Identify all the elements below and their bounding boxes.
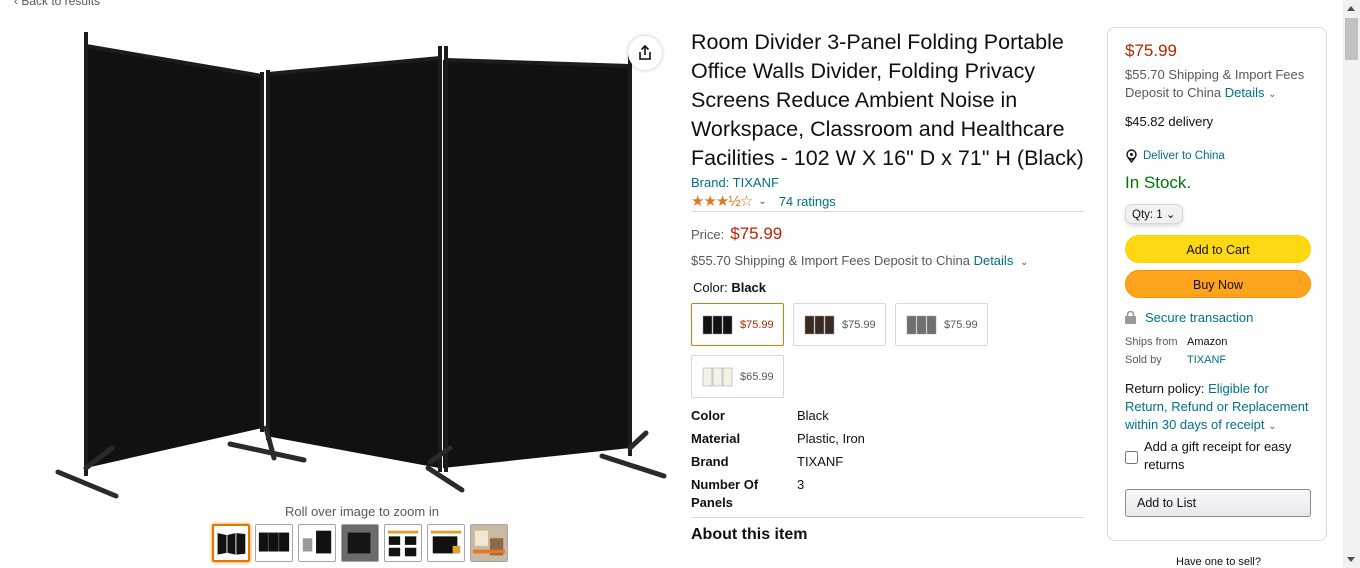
- color-swatch[interactable]: $75.99: [793, 303, 886, 346]
- ratings-link[interactable]: 74 ratings: [779, 194, 836, 209]
- spec-row: Material Plastic, Iron: [691, 430, 1084, 448]
- spec-key: Material: [691, 431, 741, 446]
- buy-box: $75.99 $55.70 Shipping & Import Fees Dep…: [1107, 27, 1327, 541]
- delivery-cost: $45.82 delivery: [1125, 114, 1214, 129]
- shipping-info: $55.70 Shipping & Import Fees Deposit to…: [691, 253, 1084, 268]
- deliver-to-link[interactable]: Deliver to China: [1143, 150, 1225, 162]
- buybox-shipping: $55.70 Shipping & Import Fees Deposit to…: [1125, 66, 1309, 104]
- product-info: Room Divider 3-Panel Folding Portable Of…: [691, 28, 1084, 544]
- product-title: Room Divider 3-Panel Folding Portable Of…: [691, 30, 1084, 170]
- thumbnail-strip: [212, 524, 508, 562]
- thumbnail[interactable]: [298, 524, 336, 562]
- sold-by-label: Sold by: [1125, 354, 1162, 366]
- quantity-value: Qty: 1: [1132, 209, 1163, 221]
- spec-value: Black: [797, 408, 829, 423]
- ships-from-value: Amazon: [1187, 336, 1228, 348]
- buybox-price: $75.99: [1125, 41, 1177, 60]
- sold-by-link[interactable]: TIXANF: [1187, 351, 1226, 369]
- spec-key: Brand: [691, 454, 729, 469]
- brand-link[interactable]: Brand: TIXANF: [691, 175, 779, 190]
- ships-from-label: Ships from: [1125, 336, 1178, 348]
- product-main-image[interactable]: [54, 28, 668, 502]
- thumbnail[interactable]: [384, 524, 422, 562]
- shipping-text: $55.70 Shipping & Import Fees Deposit to…: [691, 253, 970, 268]
- share-icon: [639, 44, 651, 60]
- quantity-select[interactable]: Qty: 1 ⌄: [1125, 204, 1183, 224]
- color-swatch[interactable]: $75.99: [691, 303, 784, 346]
- rating-row: ★★★½☆ ⌄ 74 ratings: [691, 192, 1084, 210]
- buy-now-button[interactable]: Buy Now: [1125, 270, 1311, 298]
- gift-receipt: Add a gift receipt for easy returns: [1125, 438, 1309, 474]
- spec-row: Color Black: [691, 407, 1084, 425]
- have-one-to-sell: Have one to sell?: [1176, 556, 1261, 568]
- add-to-cart-button[interactable]: Add to Cart: [1125, 235, 1311, 263]
- chevron-down-icon[interactable]: ⌄: [1268, 421, 1276, 432]
- chevron-down-icon[interactable]: ⌄: [758, 196, 766, 207]
- thumbnail[interactable]: [341, 524, 379, 562]
- gift-receipt-label: Add a gift receipt for easy returns: [1144, 439, 1292, 472]
- shipping-details-link[interactable]: Details: [974, 253, 1014, 268]
- swatch-price: $75.99: [740, 318, 774, 331]
- color-swatches: $75.99 $75.99 $75.99 $65.99: [691, 303, 1001, 398]
- star-rating-icon[interactable]: ★★★½☆: [691, 192, 753, 210]
- price-label: Price:: [691, 227, 725, 242]
- color-swatch[interactable]: $65.99: [691, 355, 784, 398]
- swatch-image: [702, 367, 733, 386]
- spec-row: Brand TIXANF: [691, 453, 1084, 471]
- price: $75.99: [730, 224, 783, 243]
- return-policy: Return policy: Eligible for Return, Refu…: [1125, 380, 1309, 436]
- about-heading: About this item: [691, 526, 808, 543]
- color-swatch[interactable]: $75.99: [895, 303, 988, 346]
- spec-table: Color Black Material Plastic, Iron Brand TIXA…: [691, 407, 1084, 512]
- page-scrollbar[interactable]: [1343, 0, 1360, 568]
- thumbnail[interactable]: [470, 524, 508, 562]
- secure-transaction-link[interactable]: Secure transaction: [1145, 310, 1253, 325]
- zoom-hint: Roll over image to zoom in: [285, 504, 439, 519]
- swatch-image: [906, 315, 937, 334]
- back-to-results-link[interactable]: ‹ Back to results: [14, 0, 100, 8]
- spec-value: TIXANF: [797, 454, 844, 469]
- swatch-price: $75.99: [944, 318, 978, 331]
- deliver-to[interactable]: Deliver to China: [1125, 149, 1309, 163]
- spec-key: Number Of Panels: [691, 477, 759, 510]
- add-to-list-button[interactable]: Add to List: [1125, 489, 1311, 517]
- chevron-down-icon[interactable]: ⌄: [1268, 89, 1276, 100]
- seller-info: Ships from Amazon Sold by TIXANF: [1125, 333, 1309, 369]
- spec-value: 3: [797, 477, 805, 492]
- swatch-image: [702, 315, 733, 334]
- return-policy-label: Return policy:: [1125, 381, 1205, 396]
- stock-status: In Stock.: [1125, 173, 1192, 192]
- location-pin-icon: [1126, 149, 1137, 163]
- spec-value: Plastic, Iron: [797, 431, 865, 446]
- swatch-price: $65.99: [740, 370, 774, 383]
- secure-transaction: Secure transaction: [1125, 310, 1309, 325]
- lock-icon: [1125, 311, 1136, 324]
- scroll-up-arrow-icon[interactable]: [1347, 6, 1355, 11]
- thumbnail[interactable]: [212, 524, 250, 562]
- scrollbar-thumb[interactable]: [1345, 18, 1358, 60]
- thumbnail[interactable]: [427, 524, 465, 562]
- share-button[interactable]: [628, 36, 662, 70]
- chevron-down-icon: ⌄: [1165, 209, 1176, 221]
- gift-receipt-checkbox[interactable]: [1125, 441, 1138, 474]
- buybox-shipping-text: $55.70 Shipping & Import Fees Deposit to…: [1125, 67, 1305, 100]
- spec-row: Number Of Panels 3: [691, 476, 1084, 512]
- spec-key: Color: [691, 408, 725, 423]
- chevron-down-icon[interactable]: ⌄: [1020, 257, 1028, 268]
- color-value: Black: [731, 280, 767, 295]
- scroll-down-arrow-icon[interactable]: [1347, 557, 1355, 562]
- buybox-details-link[interactable]: Details: [1225, 85, 1265, 100]
- swatch-image: [804, 315, 835, 334]
- color-label: Color:: [693, 280, 728, 295]
- swatch-price: $75.99: [842, 318, 876, 331]
- thumbnail[interactable]: [255, 524, 293, 562]
- color-selection: Color: Black: [693, 280, 1084, 295]
